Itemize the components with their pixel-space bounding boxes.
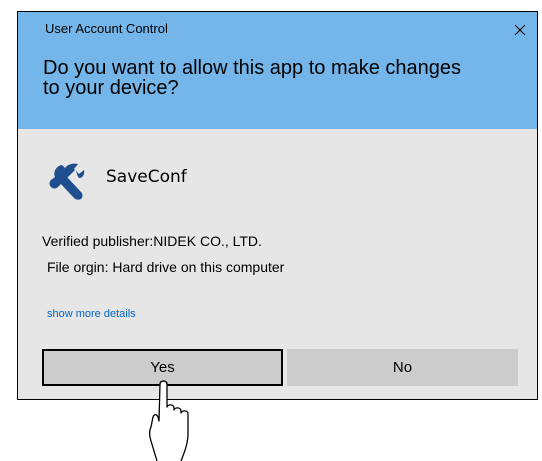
show-more-details-link[interactable]: show more details bbox=[47, 308, 136, 320]
hand-pointer-icon bbox=[148, 380, 189, 461]
uac-dialog: User Account Control Do you want to allo… bbox=[17, 11, 538, 400]
file-origin: File orgin: Hard drive on this computer bbox=[47, 259, 285, 275]
wrench-icon bbox=[49, 163, 85, 200]
dialog-question: Do you want to allow this app to make ch… bbox=[43, 57, 462, 99]
dialog-title: User Account Control bbox=[45, 21, 168, 36]
app-name: SaveConf bbox=[106, 167, 187, 187]
close-button[interactable] bbox=[508, 18, 532, 42]
no-button[interactable]: No bbox=[287, 349, 518, 386]
verified-publisher: Verified publisher:NIDEK CO., LTD. bbox=[42, 233, 262, 249]
dialog-header: User Account Control Do you want to allo… bbox=[18, 12, 537, 129]
close-icon bbox=[514, 24, 526, 36]
